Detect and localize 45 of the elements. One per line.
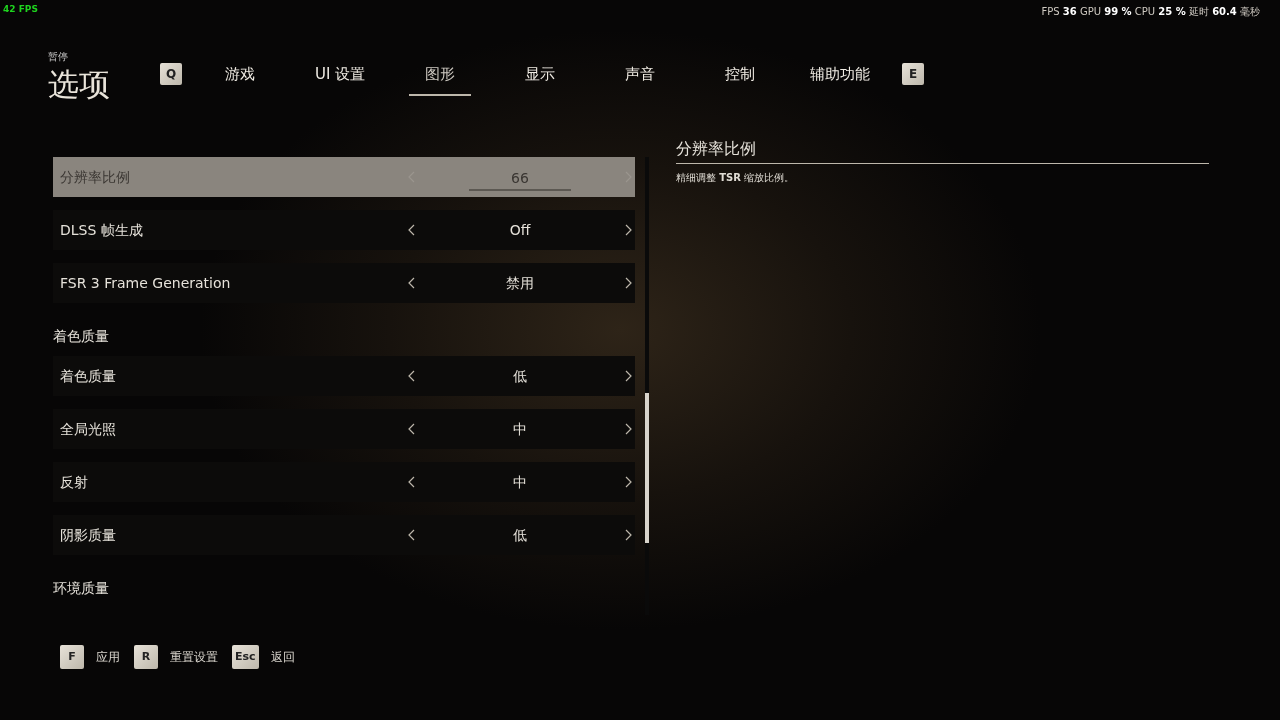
fps-counter: 42 FPS (2, 3, 38, 14)
setting-label: DLSS 帧生成 (60, 220, 143, 240)
key-hint[interactable]: F (60, 645, 84, 669)
setting-label: 阴影质量 (60, 525, 116, 545)
setting-row[interactable]: 全局光照 中 (53, 409, 635, 449)
setting-label: FSR 3 Frame Generation (60, 273, 231, 293)
setting-row[interactable]: 阴影质量 低 (53, 515, 635, 555)
tab[interactable]: 声音 (590, 63, 690, 104)
key-hint[interactable]: R (134, 645, 158, 669)
setting-label: 分辨率比例 (60, 167, 130, 187)
performance-stats: FPS 36 GPU 99 % CPU 25 % 延时 60.4 毫秒 (1041, 5, 1261, 19)
setting-value: 低 (512, 525, 528, 545)
detail-title: 分辨率比例 (676, 137, 1209, 164)
tab[interactable]: 游戏 (190, 63, 290, 104)
scrollbar[interactable] (645, 157, 649, 615)
key-hint[interactable]: Q (160, 63, 182, 85)
hint-label: 返回 (270, 649, 295, 666)
tab[interactable]: 显示 (490, 63, 590, 104)
menu-subtitle: 暂停 (48, 50, 69, 64)
setting-row[interactable]: FSR 3 Frame Generation 禁用 (53, 263, 635, 303)
hint-label: 应用 (96, 649, 120, 666)
setting-value: 中 (512, 472, 528, 492)
setting-row[interactable]: DLSS 帧生成 Off (53, 210, 635, 250)
hint-label: 重置设置 (170, 649, 218, 666)
setting-value: 中 (512, 419, 528, 439)
setting-value: 禁用 (505, 273, 535, 293)
tab[interactable]: 图形 (390, 63, 490, 104)
menu-title: 选项 (48, 66, 111, 104)
setting-value: Off (508, 220, 532, 240)
key-hint[interactable]: Esc (232, 645, 259, 669)
setting-label: 反射 (60, 472, 88, 492)
scrollbar-thumb[interactable] (645, 393, 649, 543)
setting-label: 着色质量 (60, 366, 116, 386)
setting-row[interactable]: 反射 中 (53, 462, 635, 502)
detail-description: 精细调整 TSR 缩放比例。 (676, 171, 796, 185)
section-heading: 着色质量 (53, 326, 110, 346)
tab[interactable]: 控制 (690, 63, 790, 104)
setting-value: 低 (512, 366, 528, 386)
tab[interactable]: 辅助功能 (790, 63, 890, 104)
setting-value: 66 (469, 163, 571, 191)
setting-label: 全局光照 (60, 419, 116, 439)
section-heading: 环境质量 (53, 578, 110, 598)
setting-row[interactable]: 着色质量 低 (53, 356, 635, 396)
tab[interactable]: UI 设置 (290, 63, 390, 104)
key-hint[interactable]: E (902, 63, 924, 85)
